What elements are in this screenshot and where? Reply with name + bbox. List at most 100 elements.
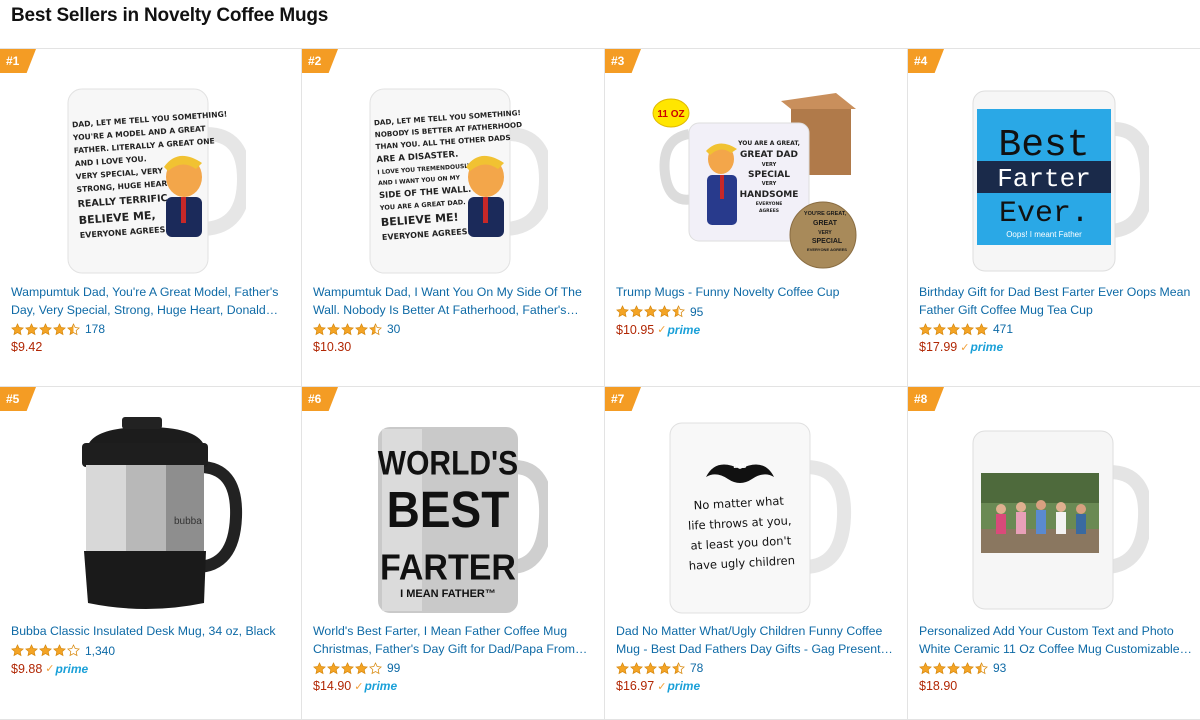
review-count-link[interactable]: 95 <box>690 305 703 319</box>
product-image[interactable]: 11 OZ YOU ARE A GREAT, GREAT DAD VERY SP… <box>605 79 907 289</box>
product-card[interactable]: #6 WORLD'S BEST FARTER I MEAN FATHER™ Wo… <box>302 387 605 720</box>
star-icon <box>933 661 946 674</box>
product-card[interactable]: #8 Personalized Add Your Custom Text and <box>908 387 1200 720</box>
rank-badge: #7 <box>605 387 641 411</box>
product-image[interactable]: DAD, LET ME TELL YOU SOMETHING! YOU'RE A… <box>0 79 301 289</box>
star-icon <box>975 661 988 674</box>
page-title: Best Sellers in Novelty Coffee Mugs <box>11 5 329 26</box>
product-title-link[interactable]: Dad No Matter What/Ugly Children Funny C… <box>616 623 899 658</box>
coaster-text-line: VERY <box>818 230 832 236</box>
review-count-link[interactable]: 99 <box>387 661 400 675</box>
star-icon <box>25 644 38 657</box>
mug-text-line: SPECIAL <box>748 170 790 180</box>
price: $10.30 <box>313 340 352 354</box>
star-icon <box>341 322 354 335</box>
star-rating[interactable] <box>919 322 988 336</box>
mug-text-line: AGREES <box>759 208 779 214</box>
product-title-link[interactable]: Wampumtuk Dad, I Want You On My Side Of … <box>313 284 596 319</box>
price: $9.88 <box>11 661 43 676</box>
star-icon <box>341 661 354 674</box>
prime-label: prime <box>667 679 701 693</box>
check-icon: ✓ <box>960 341 970 354</box>
star-icon <box>616 305 629 318</box>
mug-text-line: VERY <box>762 181 777 187</box>
star-rating[interactable] <box>616 661 685 675</box>
product-title-link[interactable]: Birthday Gift for Dad Best Farter Ever O… <box>919 284 1192 319</box>
prime-badge: ✓ prime <box>657 679 700 693</box>
star-rating[interactable] <box>616 305 685 318</box>
product-card[interactable]: #7 DAD No matter what life throws at you… <box>605 387 908 720</box>
prime-badge: ✓ prime <box>657 323 700 337</box>
review-count-link[interactable]: 93 <box>993 661 1006 675</box>
prime-label: prime <box>667 322 701 337</box>
star-icon <box>672 305 685 318</box>
product-card[interactable]: #1 DAD, LET ME TELL YOU SOMETHING! YOU'R… <box>0 49 302 387</box>
star-icon <box>25 322 38 335</box>
mug-text-line: I MEAN FATHER™ <box>400 588 496 600</box>
star-icon <box>644 305 657 318</box>
product-title-link[interactable]: Trump Mugs - Funny Novelty Coffee Cup <box>616 284 899 302</box>
star-rating[interactable] <box>919 661 988 675</box>
star-rating[interactable] <box>313 661 382 675</box>
review-count-link[interactable]: 78 <box>690 661 703 675</box>
star-icon <box>919 322 932 335</box>
star-rating[interactable] <box>313 322 382 336</box>
mug-text-line: Best <box>998 124 1089 167</box>
coaster-text-line: SPECIAL <box>812 238 843 245</box>
review-count-link[interactable]: 471 <box>993 322 1013 336</box>
product-title-link[interactable]: Bubba Classic Insulated Desk Mug, 34 oz,… <box>11 623 293 641</box>
star-icon <box>53 644 66 657</box>
star-rating[interactable] <box>11 322 80 336</box>
product-image[interactable] <box>908 417 1200 627</box>
custom-photo <box>981 473 1099 553</box>
coaster-text-line: EVERYONE AGREES <box>807 247 847 252</box>
star-rating[interactable] <box>11 644 80 657</box>
product-image[interactable]: bubba <box>0 417 301 627</box>
star-icon <box>327 661 340 674</box>
review-count-link[interactable]: 178 <box>85 322 105 336</box>
product-image[interactable]: DAD, LET ME TELL YOU SOMETHING! NOBODY I… <box>302 79 604 289</box>
mug-text-line: FARTER <box>380 548 516 588</box>
mug-text-line: DAD <box>734 464 748 470</box>
prime-label: prime <box>55 661 89 676</box>
star-icon <box>630 661 643 674</box>
check-icon: ✓ <box>45 663 55 675</box>
review-count-link[interactable]: 30 <box>387 322 400 336</box>
rank-badge: #8 <box>908 387 944 411</box>
star-icon <box>919 661 932 674</box>
check-icon: ✓ <box>657 680 667 693</box>
review-count-link[interactable]: 1,340 <box>85 644 115 658</box>
star-icon <box>630 305 643 318</box>
product-image[interactable]: DAD No matter what life throws at you, a… <box>605 417 907 627</box>
star-icon <box>313 661 326 674</box>
prime-label: prime <box>364 679 398 693</box>
rank-badge: #6 <box>302 387 338 411</box>
star-icon <box>961 661 974 674</box>
price: $14.90 <box>313 679 352 693</box>
mug-text-line: WORLD'S <box>378 444 518 482</box>
product-image[interactable]: Best Farter Ever. Oops! I meant Father <box>908 79 1200 289</box>
star-icon <box>327 322 340 335</box>
mug-text-line: BEST <box>387 482 510 539</box>
star-icon <box>672 661 685 674</box>
prime-badge: ✓ prime <box>45 662 88 676</box>
star-icon <box>67 322 80 335</box>
product-card[interactable]: #3 11 OZ YOU ARE A GREAT, GREAT DAD VERY… <box>605 49 908 387</box>
product-card[interactable]: #2 DAD, LET ME TELL YOU SOMETHING! NOBOD… <box>302 49 605 387</box>
product-card[interactable]: #4 Best Farter Ever. Oops! I meant Fathe… <box>908 49 1200 387</box>
mug-text-line: Farter <box>997 164 1091 194</box>
product-card[interactable]: #5 bubba Bubba Classic Insulated Desk Mu… <box>0 387 302 720</box>
star-icon <box>53 322 66 335</box>
mug-text-line: EVERYONE <box>756 201 783 207</box>
product-title-link[interactable]: Personalized Add Your Custom Text and Ph… <box>919 623 1192 658</box>
prime-badge: ✓ prime <box>354 679 397 693</box>
mug-text-line: Ever. <box>999 197 1089 231</box>
product-title-link[interactable]: Wampumtuk Dad, You're A Great Model, Fat… <box>11 284 293 319</box>
product-grid: #1 DAD, LET ME TELL YOU SOMETHING! YOU'R… <box>0 48 1200 720</box>
coaster-text-line: GREAT <box>813 220 838 227</box>
star-icon <box>369 322 382 335</box>
product-title-link[interactable]: World's Best Farter, I Mean Father Coffe… <box>313 623 596 658</box>
star-icon <box>39 322 52 335</box>
rank-badge: #3 <box>605 49 641 73</box>
product-image[interactable]: WORLD'S BEST FARTER I MEAN FATHER™ <box>302 417 604 627</box>
